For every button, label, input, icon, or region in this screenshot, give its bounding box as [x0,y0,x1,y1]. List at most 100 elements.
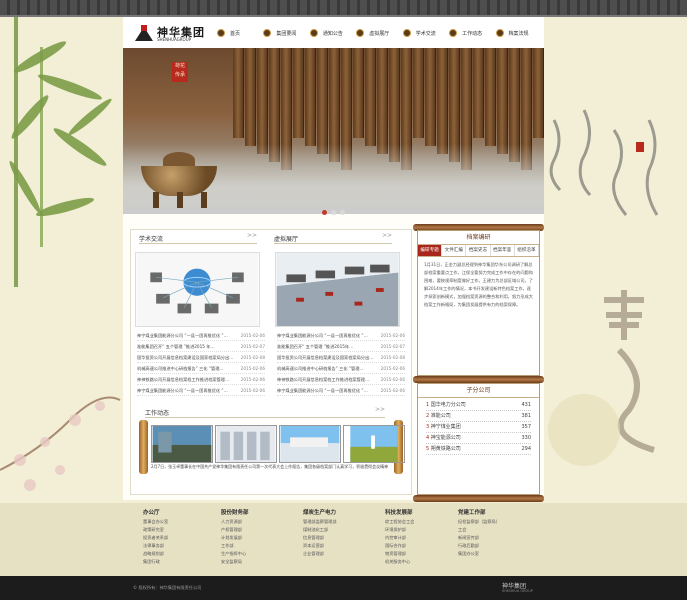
footer-link[interactable]: 信息管理部 [303,534,379,542]
footer-link[interactable]: 行政后勤部 [458,542,534,550]
footer-link[interactable]: 人力资源部 [221,518,297,526]
tab-archive-history[interactable]: 档案史志 [466,245,491,256]
academic-network-image[interactable] [135,252,260,327]
footer-link[interactable]: 纪检监察部（监察局） [458,518,534,526]
academic-title: 学术交流 [139,236,164,243]
footer-link[interactable]: 物资管理部 [385,550,461,558]
bamboo-slip [413,48,424,138]
footer-link[interactable]: 工会 [458,526,534,534]
tab-file-compilation[interactable]: 文件汇编 [442,245,467,256]
footer-link[interactable]: 董事会办公室 [143,518,219,526]
footer-link[interactable]: 政策研究室 [143,526,219,534]
virtual-section-header: 虚拟展厅 >> [274,232,392,244]
bamboo-slip [533,48,544,138]
footer-link[interactable]: 战略规划部 [143,550,219,558]
bamboo-slip [293,48,304,138]
nav-item-academic[interactable]: 学术交流 [402,27,449,39]
virtual-hall-image[interactable] [275,252,400,327]
copyright-text: © 版权所有：神华集团有限责任公司 [133,585,202,590]
footer-link[interactable]: 企业管理部 [303,550,379,558]
archive-tabs: 编研专题 文件汇编 档案史志 档案年鉴 组织沿革 [418,245,540,257]
work-photo[interactable] [343,425,405,463]
footer-link[interactable]: 新闻宣传部 [458,534,534,542]
footer-link[interactable]: 计划发展部 [221,534,297,542]
work-photo[interactable] [215,425,277,463]
header: 神华集团 SHENHUAGROUP 首页 集团要闻 通知公告 虚拟展厅 学术交流… [123,17,544,48]
footer-link[interactable]: 环境保护部 [385,526,461,534]
banner-slideshow[interactable]: 荷花 传承 [123,48,544,214]
bamboo-decoration [9,17,112,287]
archive-title: 档案编研 [418,231,539,245]
work-more-link[interactable]: >> [375,406,385,413]
footer-link[interactable]: 投资者关系部 [143,534,219,542]
nav-bullet-icon [402,29,411,37]
academic-more-link[interactable]: >> [247,232,257,239]
footer-link[interactable]: 生产指挥中心 [221,550,297,558]
nav-bullet-icon [356,29,365,37]
roof-tiles-decoration [0,0,687,17]
footer-link[interactable]: 安全监察局 [221,558,297,566]
list-item[interactable]: 神宁煤业集团能源分公司 “一县一团再推优化 ”… 2015-02-06 [137,330,265,341]
list-item[interactable]: 神宁煤业集团能源分公司 “一县一团再推优化 ”… 2015-02-06 [277,330,405,341]
footer-link[interactable]: 综工程协会工会 [385,518,461,526]
bamboo-slip [473,48,484,138]
footer-link[interactable]: 产权管理部 [221,526,297,534]
nav-item-home[interactable]: 首页 [217,27,263,39]
footer: 办公厅 董事会办公室 政策研究室 投资者关系部 法律事务部 战略规划部 集团行政… [0,503,687,576]
footer-link[interactable]: 工作部 [221,542,297,550]
footer-link[interactable]: 机关服务中心 [385,558,461,566]
list-item[interactable]: 国华投资公司开展信息档案建设及国家档案局分出… 2015-02-08 [137,352,265,363]
nav-item-virtual-hall[interactable]: 虚拟展厅 [356,27,402,39]
bamboo-slip [353,48,364,138]
list-item[interactable]: 4 神宝能源公司 330 [426,433,531,444]
nav-item-notice[interactable]: 通知公告 [309,27,356,39]
nav-label: 工作动态 [462,30,483,37]
list-item[interactable]: 5 朔黄铁路公司 294 [426,444,531,455]
list-item[interactable]: 国华投资公司开展信息档案建设及国家档案局分出… 2015-02-08 [277,352,405,363]
work-photo[interactable] [151,425,213,463]
list-item[interactable]: 准能集团召开“ 五个管理 ”推进2015 年… 2015-02-07 [137,341,265,352]
bamboo-slip [425,48,436,146]
footer-link[interactable]: 集团行政 [143,558,219,566]
list-item[interactable]: 神宁煤业集团能源分公司 “一县一团再推优化 ”… 2015-02-06 [277,385,405,396]
slider-dot[interactable] [322,210,327,215]
footer-link[interactable]: 集团办公室 [458,550,534,558]
list-item[interactable]: 准能集团召开“ 五个管理 ”推进2015年… 2015-02-07 [277,341,405,352]
nav-label: 虚拟展厅 [369,30,390,37]
nav-item-regulations[interactable]: 档案法规 [495,27,542,39]
footer-col-finance: 股份财务部 人力资源部 产权管理部 计划发展部 工作部 生产指挥中心 安全监察局 [221,508,297,566]
list-item[interactable]: 神神铁路公司开展信息档案档工作推进档案管理… 2015-02-06 [277,374,405,385]
list-item[interactable]: 1 国华电力分公司 431 [426,400,531,411]
banner-stamp: 荷花 传承 [172,62,188,82]
footer-link[interactable]: 法律事务部 [143,542,219,550]
companies-title: 子分公司 [418,384,539,398]
virtual-more-link[interactable]: >> [382,232,392,239]
footer-col-title: 股份财务部 [221,510,249,516]
footer-link[interactable]: 内控审计部 [385,534,461,542]
footer-link[interactable]: 管理部监察管理部 [303,518,379,526]
logo[interactable]: 神华集团 SHENHUAGROUP [135,23,213,43]
tab-org-history[interactable]: 组织沿革 [515,245,540,256]
footer-col-title: 煤炭生产电力 [303,510,337,516]
nav-item-work[interactable]: 工作动态 [449,27,495,39]
slider-dot[interactable] [331,210,336,215]
nav-bullet-icon [449,29,458,37]
list-item[interactable]: 神宁煤业集团能源分公司 “一县一团再推优化 ”… 2015-02-06 [137,385,265,396]
list-item[interactable]: 神神铁路公司开展信息档案档工作推进档案管理… 2015-02-06 [137,374,265,385]
nav-item-news[interactable]: 集团要闻 [263,27,309,39]
list-item[interactable]: 机械高速公司推进中心研档报告” 三化 “管理… 2015-02-06 [277,363,405,374]
list-item[interactable]: 机械高速公司推进中心研档报告” 三化 “管理… 2015-02-06 [137,363,265,374]
tab-research-topic[interactable]: 编研专题 [418,245,443,256]
footer-link[interactable]: 煤制油化工部 [303,526,379,534]
slider-dot[interactable] [340,210,345,215]
footer-col-office: 办公厅 董事会办公室 政策研究室 投资者关系部 法律事务部 战略规划部 集团行政 [143,508,219,566]
work-caption[interactable]: 2月7日，张玉卓董事长在中国共产党神华集团有限责任公司第一次代表大会上作报告，集… [151,464,391,470]
scroll-left-end [139,420,148,474]
work-photo[interactable] [279,425,341,463]
tab-archive-yearbook[interactable]: 档案年鉴 [491,245,515,256]
list-item[interactable]: 3 神宁煤业集团 357 [426,422,531,433]
footer-col-tech: 科技发展部 综工程协会工会 环境保护部 内控审计部 国际合作部 物资管理部 机关… [385,508,461,566]
footer-link[interactable]: 国际合作部 [385,542,461,550]
footer-link[interactable]: 资本运营部 [303,542,379,550]
list-item[interactable]: 2 准能公司 381 [426,411,531,422]
